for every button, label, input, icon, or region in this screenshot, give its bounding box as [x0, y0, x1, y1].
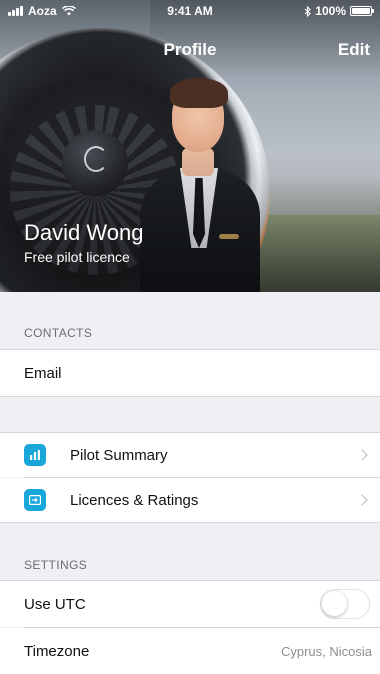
status-bar: Aoza 9:41 AM 100% [0, 0, 380, 22]
use-utc-toggle[interactable] [320, 589, 370, 619]
battery-percent: 100% [315, 4, 346, 18]
email-label: Email [24, 364, 62, 382]
pilot-summary-row[interactable]: Pilot Summary [0, 433, 380, 477]
edit-button[interactable]: Edit [338, 40, 370, 60]
page-title: Profile [163, 40, 217, 59]
chevron-right-icon [356, 449, 368, 461]
chevron-right-icon [356, 494, 368, 506]
battery-icon [350, 6, 374, 16]
email-row[interactable]: Email [0, 350, 380, 396]
use-utc-row: Use UTC [0, 581, 380, 627]
divider [0, 522, 380, 523]
pilot-summary-label: Pilot Summary [70, 446, 168, 464]
timezone-value: Cyprus, Nicosia [280, 643, 372, 659]
divider [0, 396, 380, 397]
contacts-section-header: CONTACTS [24, 326, 93, 340]
settings-section-header: SETTINGS [24, 558, 88, 572]
bar-chart-icon [24, 444, 46, 466]
bluetooth-icon [304, 5, 312, 17]
timezone-row[interactable]: Timezone Cyprus, Nicosia [0, 628, 380, 674]
licence-card-icon [24, 489, 46, 511]
use-utc-label: Use UTC [24, 595, 86, 613]
toggle-knob [322, 591, 347, 616]
timezone-label: Timezone [24, 642, 90, 660]
profile-name: David Wong [24, 220, 144, 245]
licences-ratings-row[interactable]: Licences & Ratings [0, 478, 380, 522]
pilot-hair [170, 78, 228, 108]
profile-licence: Free pilot licence [24, 249, 130, 265]
licences-ratings-label: Licences & Ratings [70, 491, 199, 509]
